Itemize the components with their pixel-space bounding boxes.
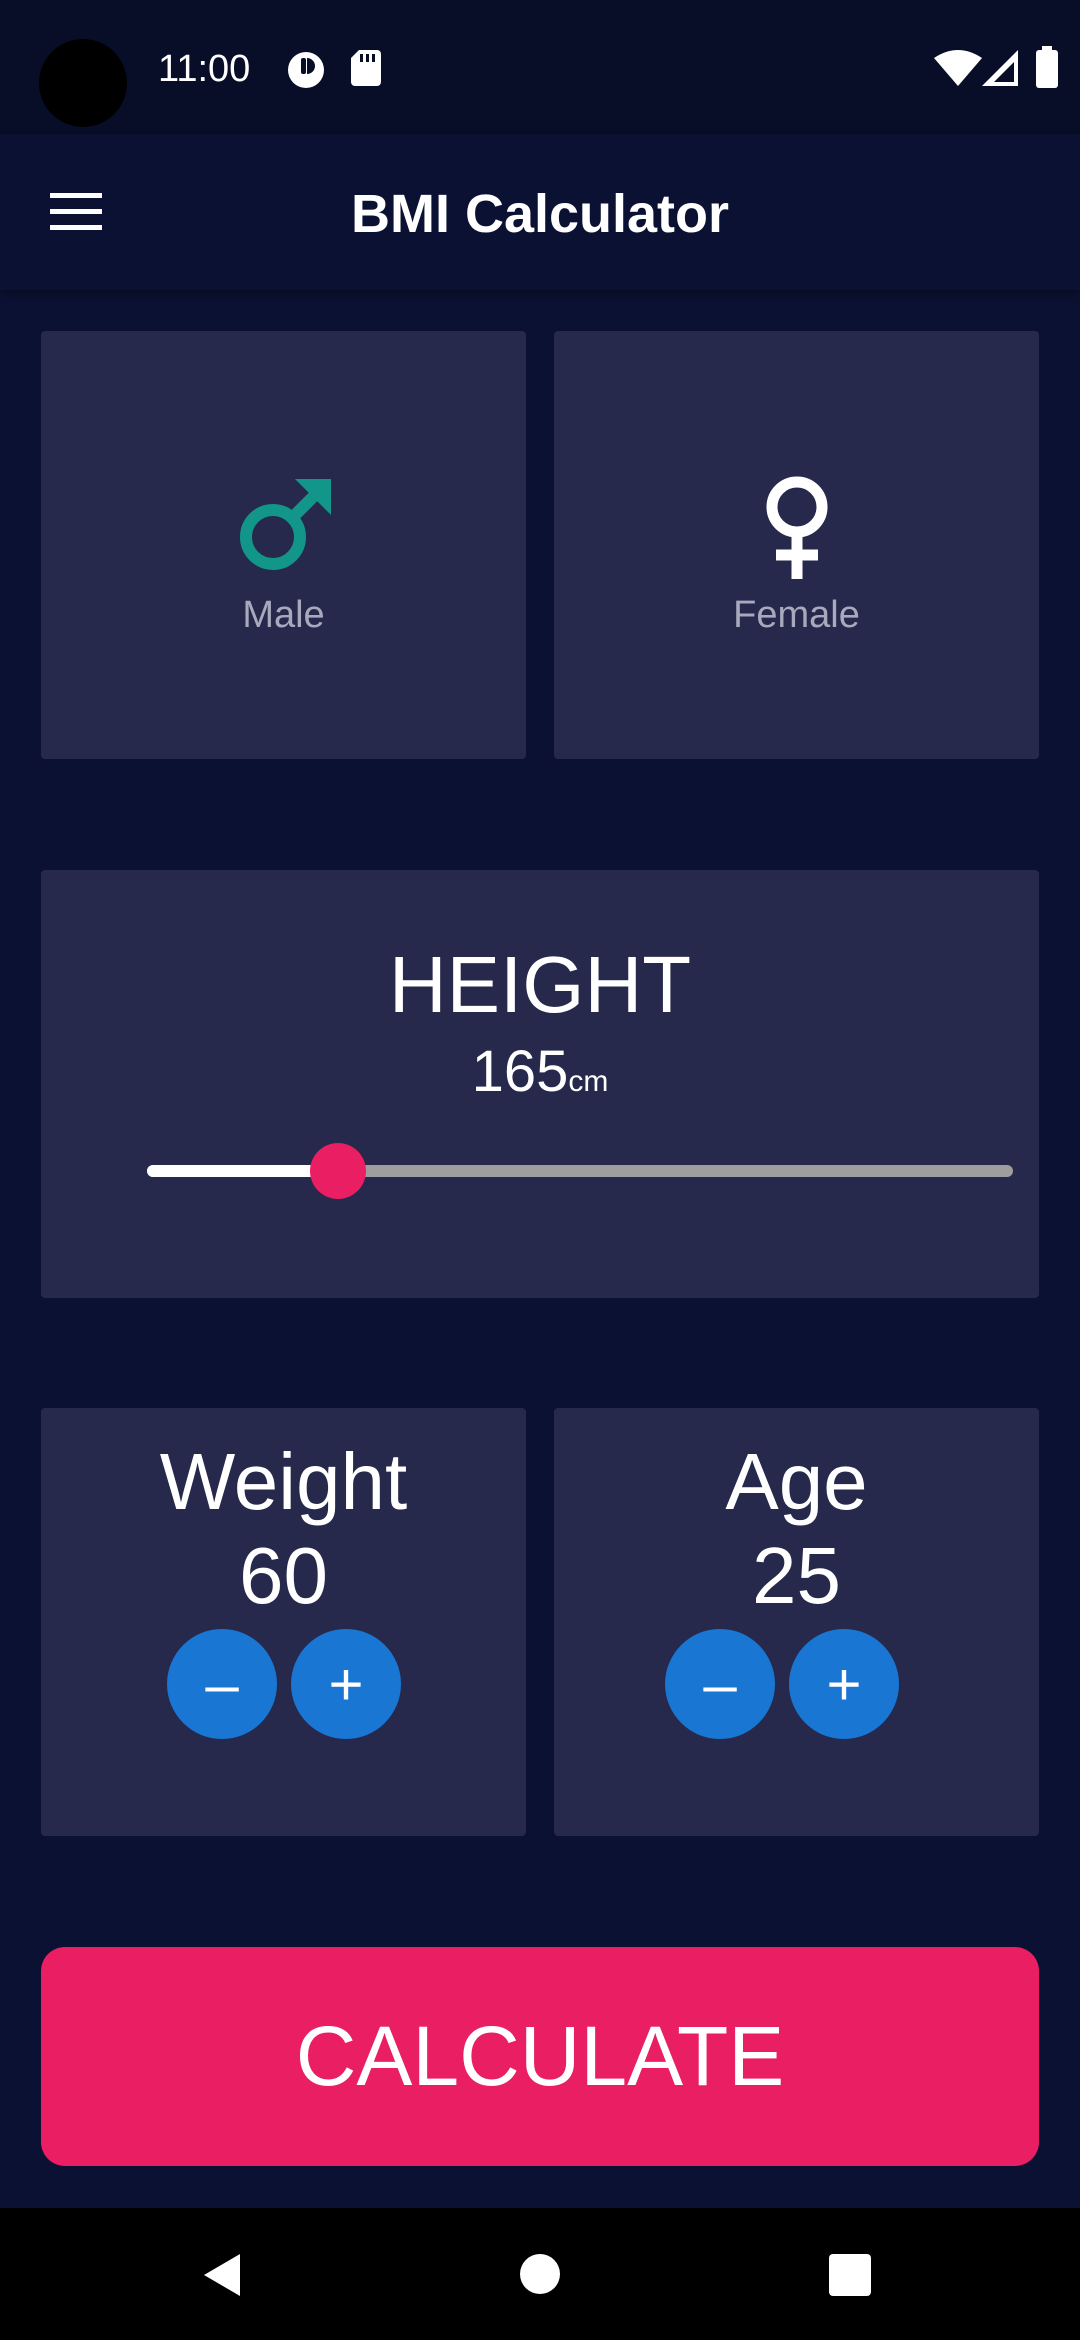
plus-icon: + [826,1650,862,1718]
age-card: Age 25 – + [554,1408,1039,1836]
male-label: Male [242,594,325,636]
slider-thumb[interactable] [309,1143,366,1199]
battery-icon [1036,46,1058,93]
weight-value: 60 [239,1531,328,1620]
male-symbol-icon [235,475,335,580]
navigation-bar [0,2208,1080,2340]
minus-icon: – [703,1650,737,1718]
calculate-button[interactable]: CALCULATE [41,1947,1039,2166]
app-bar: BMI Calculator [0,134,1080,290]
weight-increment-button[interactable]: + [291,1629,401,1739]
sd-card-icon [351,50,381,91]
status-bar: 11:00 [0,0,1080,134]
weight-card: Weight 60 – + [41,1408,526,1836]
minus-icon: – [205,1650,239,1718]
app-title: BMI Calculator [350,184,730,244]
age-decrement-button[interactable]: – [665,1629,775,1739]
female-symbol-icon [762,475,832,584]
signal-icon [982,50,1018,91]
wifi-icon [934,50,982,91]
plus-icon: + [328,1650,364,1718]
height-title: HEIGHT [388,940,692,1029]
status-time: 11:00 [158,48,251,90]
weight-title: Weight [159,1437,408,1526]
privacy-indicator-icon [286,50,326,95]
female-card[interactable]: Female [554,331,1039,759]
recents-icon[interactable] [829,2254,871,2301]
height-value: 165 [471,1039,569,1104]
age-increment-button[interactable]: + [789,1629,899,1739]
female-label: Female [733,594,860,636]
weight-decrement-button[interactable]: – [167,1629,277,1739]
home-icon[interactable] [519,2253,561,2300]
height-slider[interactable] [107,1140,1017,1200]
height-unit: cm [568,1065,609,1098]
age-value: 25 [752,1531,841,1620]
height-readout: 165cm [41,1040,1039,1114]
height-card: HEIGHT 165cm [41,870,1039,1298]
camera-cutout [39,39,127,127]
back-icon[interactable] [200,2252,246,2303]
age-title: Age [725,1437,868,1526]
male-card[interactable]: Male [41,331,526,759]
